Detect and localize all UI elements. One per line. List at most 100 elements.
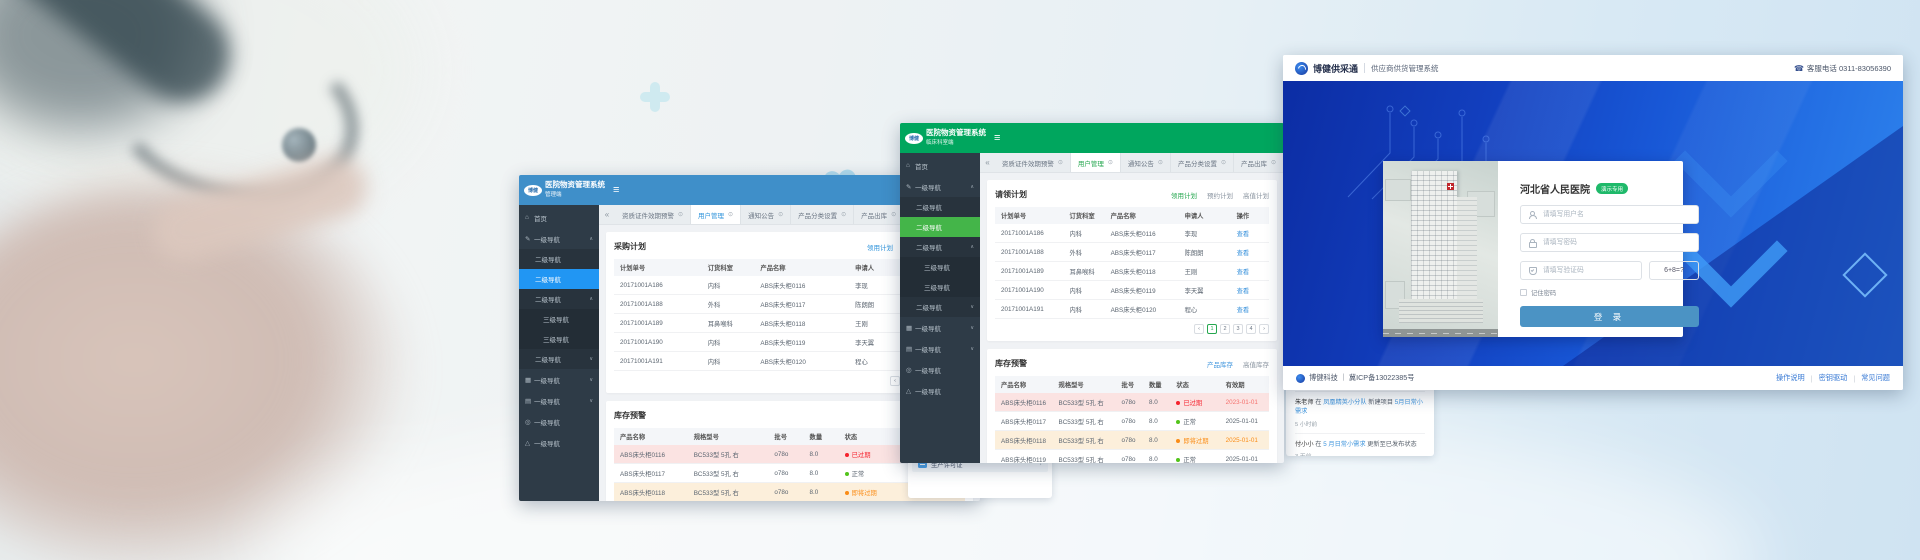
sidebar-item-nav2-active[interactable]: 二级导航	[900, 217, 980, 237]
sidebar-item-nav2[interactable]: 二级导航	[519, 249, 599, 269]
remember-password[interactable]: 记住密码	[1520, 288, 1699, 297]
page-prev[interactable]: ‹	[1194, 324, 1204, 334]
chevron-down-icon: ∨	[589, 356, 593, 362]
demo-badge: 演示专用	[1596, 183, 1628, 194]
sidebar-item-nav1[interactable]: ◎一级导航	[900, 359, 980, 380]
sidebar-item-nav3[interactable]: 三级导航	[519, 309, 599, 329]
password-field[interactable]	[1520, 233, 1699, 252]
table-row: ABS床头柜0119BC533型 5孔 右o78o8.0正常2025-01-01	[995, 450, 1269, 464]
tab-marker-icon: ⊙	[1058, 159, 1063, 166]
stock-card-title: 库存预警	[614, 410, 893, 421]
page-3[interactable]: 3	[1233, 324, 1243, 334]
tab-category[interactable]: 产品分类设置⊙	[1171, 153, 1234, 172]
collapse-tabs-icon[interactable]: «	[980, 153, 995, 172]
status-dot	[845, 472, 849, 476]
tab-outbound[interactable]: 产品出库⊙	[854, 205, 904, 224]
tab-notice[interactable]: 通知公告⊙	[741, 205, 791, 224]
pagination: ‹1234›	[995, 324, 1269, 334]
stock-card: 库存预警 产品库存 高值库存 产品名称规格型号批号数量状态有效期 ABS床头柜0…	[987, 349, 1277, 463]
sidebar-item-nav1[interactable]: ▦一级导航∨	[519, 369, 599, 390]
tab-marker-icon: ⊙	[1158, 159, 1163, 166]
sidebar-item-nav3[interactable]: 三级导航	[900, 257, 980, 277]
sidebar-item-nav2[interactable]: 二级导航∨	[519, 349, 599, 369]
link-reserve-plan[interactable]: 预约计划	[1207, 190, 1233, 200]
chevron-down-icon: ∨	[589, 398, 593, 404]
table-row: ABS床头柜0117BC533型 5孔 右o78o8.0正常2025-01-01	[995, 412, 1269, 431]
sidebar-item-nav3[interactable]: 三级导航	[900, 277, 980, 297]
sidebar-item-nav1[interactable]: ✎一级导航∧	[519, 228, 599, 249]
medical-cross-shape	[640, 82, 670, 112]
sidebar-item-nav1[interactable]: △一级导航	[519, 432, 599, 453]
username-input[interactable]	[1541, 210, 1691, 219]
sidebar-item-nav1[interactable]: ▤一级导航∨	[900, 338, 980, 359]
status-dot	[1176, 439, 1180, 443]
page-1[interactable]: 1	[1207, 324, 1217, 334]
sidebar-item-nav1[interactable]: ▤一级导航∨	[519, 390, 599, 411]
background-pointing-finger	[146, 149, 375, 269]
password-input[interactable]	[1541, 238, 1691, 247]
brand-logo-icon	[1295, 62, 1308, 75]
tab-user-management[interactable]: 用户管理⊙	[691, 205, 741, 224]
brand-logo-icon	[1296, 374, 1305, 383]
link-faq[interactable]: 常见问题	[1861, 373, 1890, 383]
menu-toggle-icon[interactable]: ≡	[613, 184, 619, 196]
sidebar-item-nav2[interactable]: 二级导航∨	[900, 297, 980, 317]
page-2[interactable]: 2	[1220, 324, 1230, 334]
link-key-driver[interactable]: 密钥驱动	[1819, 373, 1848, 383]
sidebar-item-nav2[interactable]: 二级导航	[900, 197, 980, 217]
hero-banner: 博健 医院物资管理系统管理端 ≡ ⌂首页 ✎一级导航∧ 二级导航 二级导航 二级…	[0, 0, 1920, 560]
login-button[interactable]: 登 录	[1520, 306, 1699, 327]
username-field[interactable]	[1520, 205, 1699, 224]
sidebar-item-home[interactable]: ⌂首页	[900, 155, 980, 176]
triangle-icon: △	[525, 439, 534, 447]
project-link[interactable]: 5 月日常小需求	[1323, 441, 1365, 448]
chevron-down-icon: ∨	[589, 377, 593, 383]
team-link[interactable]: 凤凰精英小分队	[1323, 399, 1366, 406]
view-link[interactable]: 查看	[1231, 243, 1269, 262]
collapse-tabs-icon[interactable]: «	[599, 205, 615, 224]
grid-icon: ▦	[906, 324, 915, 332]
captcha-question[interactable]: 6+8=?	[1649, 261, 1699, 280]
view-link[interactable]: 查看	[1231, 224, 1269, 243]
sidebar-item-nav1[interactable]: △一级导航	[900, 380, 980, 401]
link-highvalue-plan[interactable]: 高值计划	[1243, 190, 1269, 200]
sidebar-item-nav2[interactable]: 二级导航∧	[519, 289, 599, 309]
tab-cert-warning[interactable]: 资质证件效期预警⊙	[995, 153, 1071, 172]
sidebar-item-nav1[interactable]: ▦一级导航∨	[900, 317, 980, 338]
table-row-expired: ABS床头柜0116BC533型 5孔 右o78o8.0已过期2023-01-0…	[995, 393, 1269, 412]
sidebar-item-nav1[interactable]: ✎一级导航∧	[900, 176, 980, 197]
tab-marker-icon: ⊙	[891, 211, 896, 218]
sidebar-item-nav2-active[interactable]: 二级导航	[519, 269, 599, 289]
page-prev[interactable]: ‹	[890, 376, 900, 386]
sidebar-item-nav3[interactable]: 三级导航	[519, 329, 599, 349]
red-cross-sign	[1447, 183, 1454, 190]
stock-table: 产品名称规格型号批号数量状态有效期 ABS床头柜0116BC533型 5孔 右o…	[995, 376, 1269, 463]
chevron-down-icon: ∨	[970, 304, 974, 310]
tab-notice[interactable]: 通知公告⊙	[1121, 153, 1171, 172]
view-link[interactable]: 查看	[1231, 300, 1269, 319]
link-highvalue-stock[interactable]: 高值库存	[1243, 359, 1269, 369]
page-next[interactable]: ›	[1259, 324, 1269, 334]
link-product-stock[interactable]: 产品库存	[1207, 359, 1233, 369]
admin-header: 博健 医院物资管理系统临床科室端 ≡	[900, 123, 1284, 153]
page-4[interactable]: 4	[1246, 324, 1256, 334]
sidebar-item-nav1[interactable]: ◎一级导航	[519, 411, 599, 432]
sidebar-item-nav2[interactable]: 二级导航∧	[900, 237, 980, 257]
tab-marker-icon: ⊙	[1221, 159, 1226, 166]
link-requisition-plan[interactable]: 领用计划	[1171, 190, 1197, 200]
remember-checkbox[interactable]	[1520, 289, 1527, 296]
background-shadow	[0, 0, 200, 130]
captcha-input[interactable]	[1541, 266, 1634, 275]
tab-outbound[interactable]: 产品出库⊙	[1234, 153, 1284, 172]
captcha-field[interactable]	[1520, 261, 1642, 280]
sidebar-item-home[interactable]: ⌂首页	[519, 207, 599, 228]
link-operation-guide[interactable]: 操作说明	[1776, 373, 1805, 383]
tab-user-management[interactable]: 用户管理⊙	[1071, 153, 1121, 172]
link-requisition-plan[interactable]: 领用计划	[867, 242, 893, 252]
tab-cert-warning[interactable]: 资质证件效期预警⊙	[615, 205, 691, 224]
view-link[interactable]: 查看	[1231, 262, 1269, 281]
activity-item: 朱老师 在 凤凰精英小分队 新建项目 5月日常小需求 5 小时前	[1295, 392, 1425, 434]
menu-toggle-icon[interactable]: ≡	[994, 132, 1000, 144]
tab-category[interactable]: 产品分类设置⊙	[791, 205, 854, 224]
view-link[interactable]: 查看	[1231, 281, 1269, 300]
